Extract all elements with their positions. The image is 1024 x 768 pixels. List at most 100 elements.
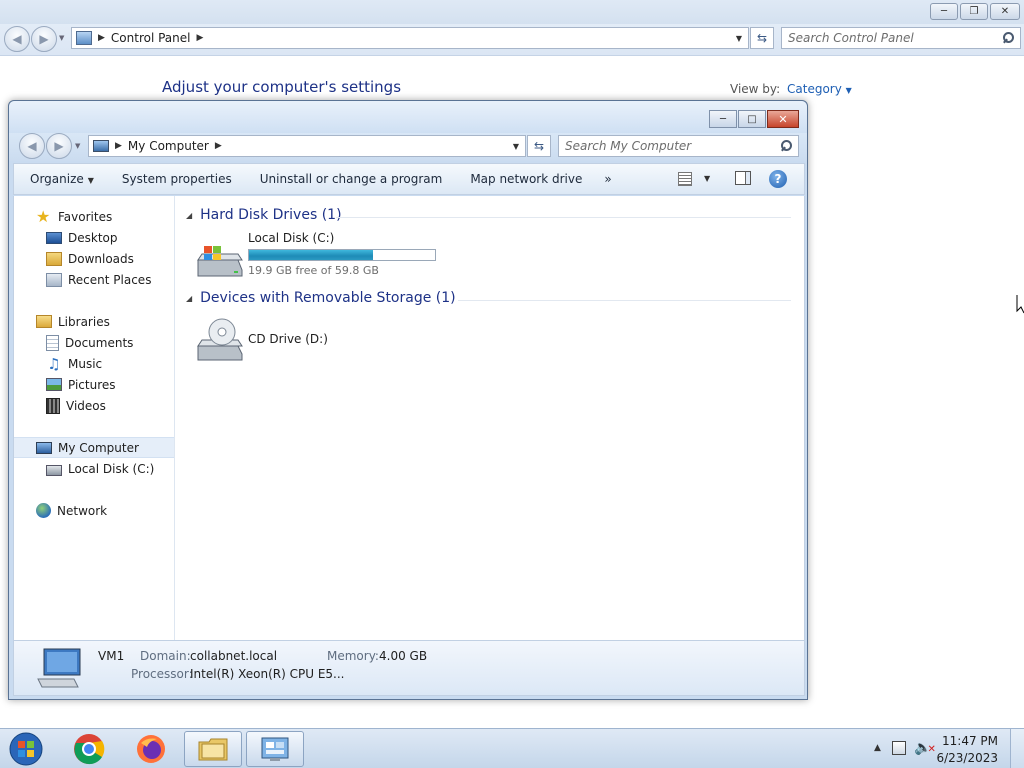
breadcrumb-my-computer[interactable]: My Computer: [128, 139, 209, 153]
nav-local-disk[interactable]: Local Disk (C:): [14, 458, 174, 479]
clock-time[interactable]: 11:47 PM: [942, 734, 998, 748]
nav-label: My Computer: [58, 440, 139, 455]
network-status-icon[interactable]: [892, 741, 906, 755]
breadcrumb-separator-icon[interactable]: ▶: [215, 141, 222, 151]
breadcrumb-separator-icon[interactable]: ▶: [98, 33, 105, 43]
nav-label: Documents: [65, 335, 134, 350]
start-button[interactable]: [6, 731, 46, 767]
minimize-icon: ─: [719, 113, 727, 125]
recent-pages-chevron-icon[interactable]: ▼: [75, 142, 80, 150]
drive-c-capacity-bar: [248, 249, 436, 261]
hard-disk-windows-icon: [197, 246, 243, 277]
nav-pictures[interactable]: Pictures: [14, 374, 174, 395]
more-commands-button[interactable]: »: [596, 172, 625, 186]
taskbar-firefox[interactable]: [122, 731, 180, 767]
minimize-button[interactable]: ─: [930, 3, 958, 20]
back-button[interactable]: ◀: [19, 133, 45, 159]
nav-recent-places[interactable]: Recent Places: [14, 269, 174, 290]
view-options-chevron-icon[interactable]: ▼: [704, 174, 710, 183]
memory-label: Memory:: [327, 649, 379, 663]
help-icon[interactable]: ?: [769, 170, 787, 188]
volume-muted-icon[interactable]: 🔈✕: [914, 740, 936, 756]
nav-music[interactable]: ♫ Music: [14, 353, 174, 374]
forward-button[interactable]: ▶: [31, 26, 57, 52]
show-desktop-button[interactable]: [1010, 729, 1024, 768]
address-dropdown-icon[interactable]: ▼: [736, 34, 742, 43]
control-panel-small-icon: [76, 31, 92, 45]
view-by-value[interactable]: Category: [787, 82, 842, 96]
computer-small-icon: [93, 140, 109, 152]
forward-arrow-icon: ▶: [39, 32, 49, 46]
downloads-folder-icon: [46, 251, 62, 266]
drive-c-free-space: 19.9 GB free of 59.8 GB: [248, 264, 379, 277]
collapse-triangle-icon[interactable]: ◢: [186, 294, 192, 303]
domain-label: Domain:: [140, 649, 191, 663]
recent-pages-chevron-icon[interactable]: ▼: [59, 34, 64, 42]
taskbar-chrome[interactable]: [60, 731, 118, 767]
hard-disk-icon: [46, 464, 62, 476]
nav-network[interactable]: Network: [14, 500, 174, 521]
group-title: Devices with Removable Storage (1): [200, 290, 456, 306]
close-button[interactable]: ✕: [990, 3, 1020, 20]
group-header-removable[interactable]: ◢ Devices with Removable Storage (1): [186, 290, 456, 306]
refresh-button[interactable]: ⇆: [527, 135, 551, 157]
system-properties-button[interactable]: System properties: [108, 172, 246, 186]
show-hidden-icons-button[interactable]: ▲: [874, 743, 881, 753]
clock-date[interactable]: 6/23/2023: [936, 751, 998, 765]
nav-libraries[interactable]: Libraries: [14, 311, 174, 332]
address-bar[interactable]: ▶ My Computer ▶ ▼: [88, 135, 526, 157]
nav-desktop[interactable]: Desktop: [14, 227, 174, 248]
collapse-triangle-icon[interactable]: ◢: [186, 211, 192, 220]
group-header-hard-disks[interactable]: ◢ Hard Disk Drives (1): [186, 207, 342, 223]
taskbar-explorer[interactable]: [184, 731, 242, 767]
my-computer-titlebar: ─ □ ✕: [9, 101, 807, 133]
search-icon[interactable]: [1002, 32, 1014, 44]
domain-value: collabnet.local: [190, 649, 278, 663]
restore-button[interactable]: ❐: [960, 3, 988, 20]
preview-pane-icon[interactable]: [735, 171, 751, 185]
change-view-icon[interactable]: [678, 172, 692, 186]
forward-button[interactable]: ▶: [46, 133, 72, 159]
nav-label: Recent Places: [68, 272, 152, 287]
taskbar: ▲ 🔈✕ 11:47 PM 6/23/2023: [0, 728, 1024, 768]
view-by-dropdown[interactable]: Category ▼: [787, 82, 852, 96]
recent-places-icon: [46, 272, 62, 287]
address-bar[interactable]: ▶ Control Panel ▶ ▼: [71, 27, 749, 49]
nav-my-computer[interactable]: My Computer: [14, 437, 174, 458]
minimize-button[interactable]: ─: [709, 110, 737, 128]
drive-c-name[interactable]: Local Disk (C:): [248, 231, 334, 245]
nav-videos[interactable]: Videos: [14, 395, 174, 416]
close-button[interactable]: ✕: [767, 110, 799, 128]
nav-favorites[interactable]: ★ Favorites: [14, 206, 174, 227]
control-panel-caption-buttons: ─ ❐ ✕: [930, 3, 1020, 20]
uninstall-program-button[interactable]: Uninstall or change a program: [246, 172, 457, 186]
chevron-down-icon: ▼: [845, 86, 852, 95]
back-button[interactable]: ◀: [4, 26, 30, 52]
group-title: Hard Disk Drives (1): [200, 207, 342, 223]
control-panel-titlebar: ─ ❐ ✕: [0, 0, 1024, 24]
breadcrumb-separator-icon[interactable]: ▶: [115, 141, 122, 151]
organize-menu[interactable]: Organize ▼: [14, 172, 108, 186]
address-dropdown-icon[interactable]: ▼: [513, 142, 519, 151]
nav-downloads[interactable]: Downloads: [14, 248, 174, 269]
drive-d-name[interactable]: CD Drive (D:): [248, 332, 328, 346]
control-panel-search[interactable]: Search Control Panel: [781, 27, 1021, 49]
maximize-button[interactable]: □: [738, 110, 766, 128]
nav-documents[interactable]: Documents: [14, 332, 174, 353]
breadcrumb-separator-icon[interactable]: ▶: [197, 33, 204, 43]
refresh-button[interactable]: ⇆: [750, 27, 774, 49]
my-computer-navbar: ◀ ▶ ▼ ▶ My Computer ▶ ▼ ⇆ Search My Comp…: [9, 133, 807, 161]
breadcrumb-control-panel[interactable]: Control Panel: [111, 31, 191, 45]
taskbar-control-panel[interactable]: [246, 731, 304, 767]
network-icon: [36, 503, 51, 518]
processor-value: Intel(R) Xeon(R) CPU E5...: [190, 667, 345, 681]
search-placeholder: Search Control Panel: [788, 31, 914, 45]
control-panel-navbar: ◀ ▶ ▼ ▶ Control Panel ▶ ▼ ⇆ Search Contr…: [0, 24, 1024, 56]
map-network-drive-button[interactable]: Map network drive: [456, 172, 596, 186]
command-bar: Organize ▼ System properties Uninstall or…: [13, 163, 805, 195]
my-computer-search[interactable]: Search My Computer: [558, 135, 799, 157]
music-icon: ♫: [47, 354, 61, 373]
organize-label[interactable]: Organize: [30, 172, 84, 186]
back-arrow-icon: ◀: [27, 139, 37, 153]
search-icon[interactable]: [780, 140, 792, 152]
